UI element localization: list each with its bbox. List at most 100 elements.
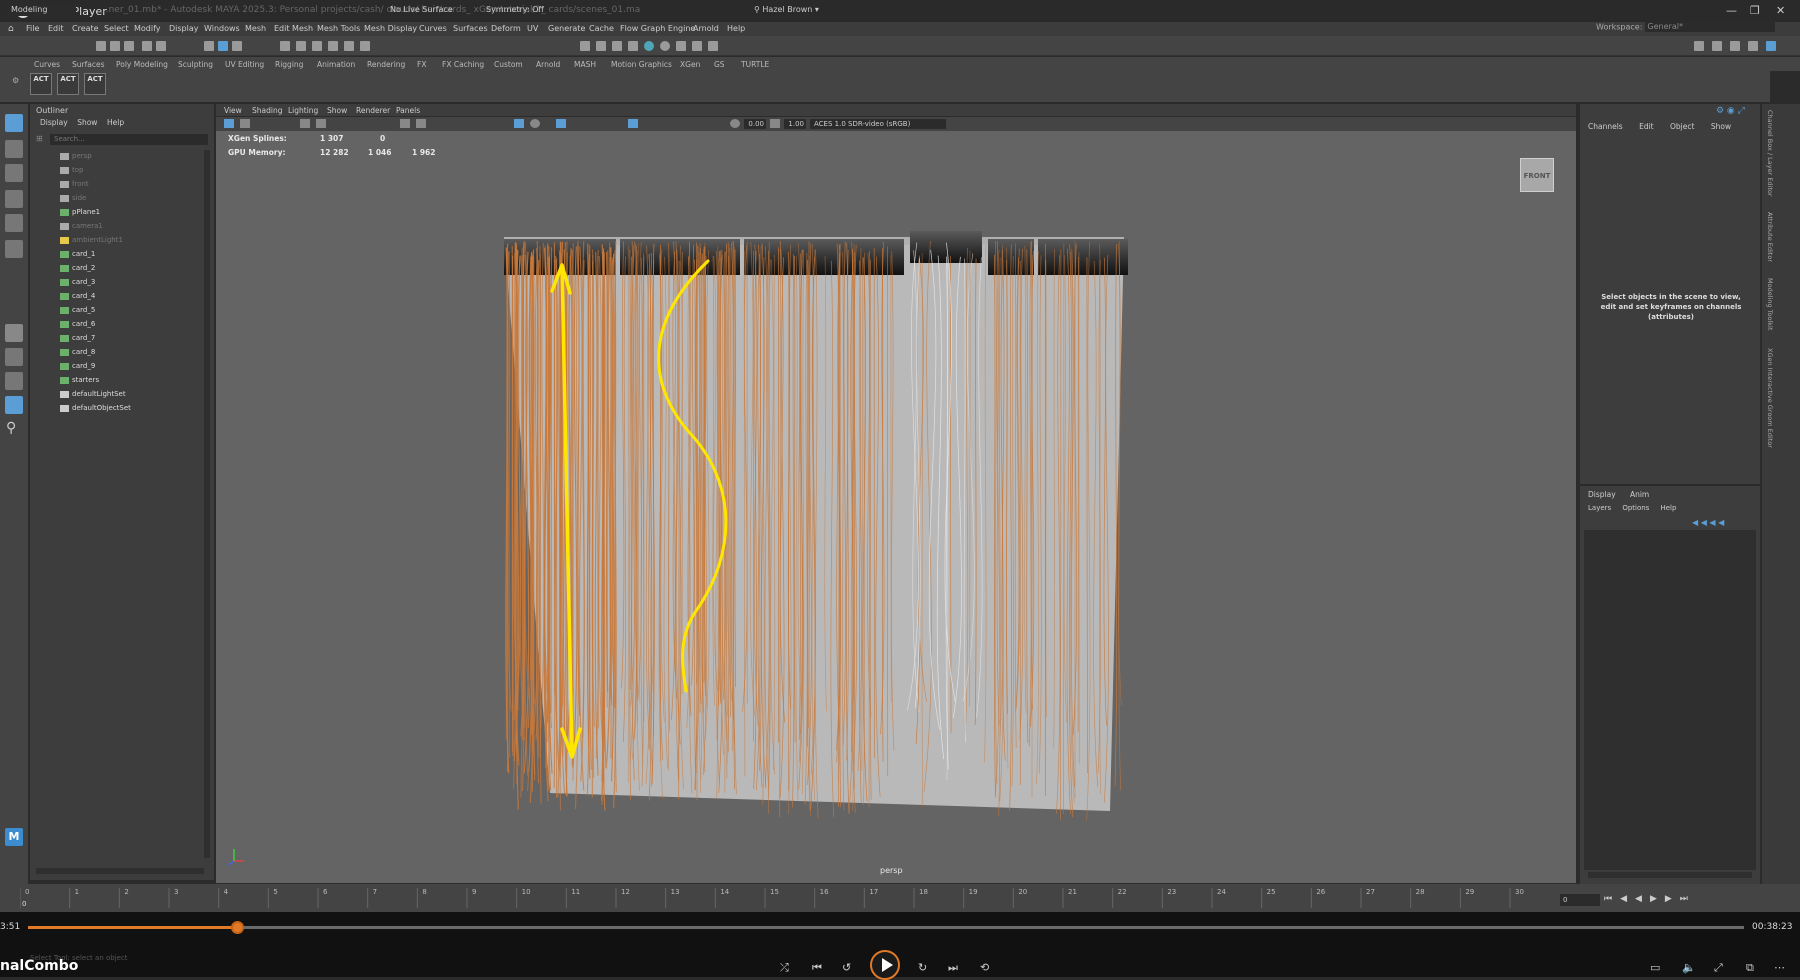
render-settings-icon[interactable] [628,41,638,51]
outliner-item[interactable]: card_5 [60,306,95,314]
outliner-item[interactable]: card_8 [60,348,95,356]
workspace-selector[interactable]: Workspace:General* [1596,22,1775,32]
grid-toggle-icon[interactable] [300,119,310,128]
save-scene-icon[interactable] [124,41,134,51]
menu-edit[interactable]: Edit [48,24,64,33]
scale-tool-icon[interactable] [5,240,23,258]
viewport-menu-shading[interactable]: Shading [252,106,282,115]
outliner-menu-display[interactable]: Display [40,118,68,127]
shelf-tab-fx[interactable]: FX [417,60,426,69]
shelf-tab-rendering[interactable]: Rendering [367,60,405,69]
search-icon[interactable]: ⚲ [6,420,16,436]
viewport-menu-panels[interactable]: Panels [396,106,420,115]
outliner-hscrollbar[interactable] [36,868,204,874]
pin-icon[interactable] [1712,41,1722,51]
select-object-icon[interactable] [218,41,228,51]
menu-select[interactable]: Select [104,24,129,33]
menu-surfaces[interactable]: Surfaces [453,24,488,33]
snap-curve-icon[interactable] [296,41,306,51]
rotate-tool-icon[interactable] [5,214,23,232]
menu-mesh[interactable]: Mesh [245,24,266,33]
snap-plane-icon[interactable] [328,41,338,51]
outliner-item[interactable]: ambientLight1 [60,236,123,244]
side-tab-xgen-groom[interactable]: XGen Interactive Groom Editor [1766,348,1774,448]
outliner-item[interactable]: card_3 [60,278,95,286]
fullscreen-icon[interactable]: ⤢ [1714,961,1723,975]
channel-menu-channels[interactable]: Channels [1588,122,1623,131]
textured-icon[interactable] [514,119,524,128]
shelf-tab-sculpting[interactable]: Sculpting [178,60,213,69]
shelf-tab-poly-modeling[interactable]: Poly Modeling [116,60,168,69]
layer-list[interactable] [1584,530,1756,870]
new-scene-icon[interactable] [96,41,106,51]
shelf-tab-gs[interactable]: GS [714,60,725,69]
shelf-tab-turtle[interactable]: TURTLE [741,60,769,69]
select-hierarchy-icon[interactable] [204,41,214,51]
act-shelf-button-1[interactable]: ACT [30,73,52,95]
menu-cache[interactable]: Cache [589,24,614,33]
menu-flow-graph-engine[interactable]: Flow Graph Engine [620,24,695,33]
channel-menu-object[interactable]: Object [1670,122,1694,131]
side-tab-modeling-toolkit[interactable]: Modeling Toolkit [1766,278,1774,330]
exposure-icon[interactable] [730,119,740,128]
settings-icon[interactable] [1766,41,1776,51]
snap-vertex-icon[interactable] [360,41,370,51]
shelf-tab-custom[interactable]: Custom [494,60,523,69]
menu-help[interactable]: Help [727,24,745,33]
layer-hscrollbar[interactable] [1588,872,1752,878]
viewport-menu-renderer[interactable]: Renderer [356,106,390,115]
outliner-search-input[interactable]: Search... [50,134,208,145]
wireframe-icon[interactable] [400,119,410,128]
side-tab-attribute-editor[interactable]: Attribute Editor [1766,212,1774,262]
xgen-icon[interactable] [692,41,702,51]
outliner-menu-show[interactable]: Show [77,118,97,127]
layer-menu-layers[interactable]: Layers [1588,504,1611,512]
symmetry-dropdown[interactable]: Symmetry: Off [486,5,544,14]
restore-icon[interactable]: ❐ [1750,4,1760,17]
outliner-item[interactable]: card_9 [60,362,95,370]
render-frame-icon[interactable] [596,41,606,51]
menu-generate[interactable]: Generate [548,24,585,33]
menu-curves[interactable]: Curves [419,24,447,33]
outliner-item[interactable]: persp [60,152,92,160]
cast-icon[interactable]: ⧉ [1746,961,1754,975]
layer-menu-options[interactable]: Options [1622,504,1649,512]
outliner-menu-help[interactable]: Help [107,118,124,127]
user-dropdown[interactable]: ⚲ Hazel Brown ▾ [754,3,836,16]
more-icon[interactable]: ⋯ [1774,961,1785,974]
layer-tab-anim[interactable]: Anim [1630,490,1649,499]
viewport-menu-lighting[interactable]: Lighting [288,106,318,115]
outliner-item[interactable]: front [60,180,89,188]
outliner-item[interactable]: card_2 [60,264,95,272]
playback-controls-icon[interactable]: ⏮◀◀▶▶⏭ [1604,894,1696,904]
act-shelf-button-2[interactable]: ACT [57,73,79,95]
outliner-scrollbar[interactable] [204,150,210,858]
layer-buttons-icon[interactable]: ◀ ◀ ◀ ◀ [1692,518,1724,527]
outliner-item[interactable]: starters [60,376,99,384]
shelf-tab-xgen[interactable]: XGen [680,60,700,69]
redo-icon[interactable] [156,41,166,51]
gamma-field[interactable]: 1.00 [784,119,806,129]
channel-menu-edit[interactable]: Edit [1639,122,1654,131]
shelf-tab-surfaces[interactable]: Surfaces [72,60,104,69]
camera-select-icon[interactable] [224,119,234,128]
viewport-scene[interactable] [216,131,1576,883]
layout-icon[interactable] [1730,41,1740,51]
four-view-icon[interactable] [5,348,23,366]
snap-point-icon[interactable] [312,41,322,51]
channel-box-tools-icon[interactable]: ⚙ ◉ ⤢ [1716,106,1745,116]
panel-icon[interactable] [1748,41,1758,51]
menu-edit-mesh[interactable]: Edit Mesh [274,24,313,33]
pause-icon[interactable] [708,41,718,51]
menu-windows[interactable]: Windows [204,24,240,33]
previous-icon[interactable]: ⏮ [812,961,822,975]
menu-arnold[interactable]: Arnold [693,24,719,33]
hypershade-icon[interactable] [644,41,654,51]
menu-uv[interactable]: UV [527,24,538,33]
channel-menu-show[interactable]: Show [1711,122,1731,131]
select-tool-icon[interactable] [5,114,23,132]
xray-icon[interactable] [556,119,566,128]
shelf-tab-mash[interactable]: MASH [574,60,596,69]
undo-icon[interactable] [142,41,152,51]
shelf-tab-rigging[interactable]: Rigging [275,60,303,69]
